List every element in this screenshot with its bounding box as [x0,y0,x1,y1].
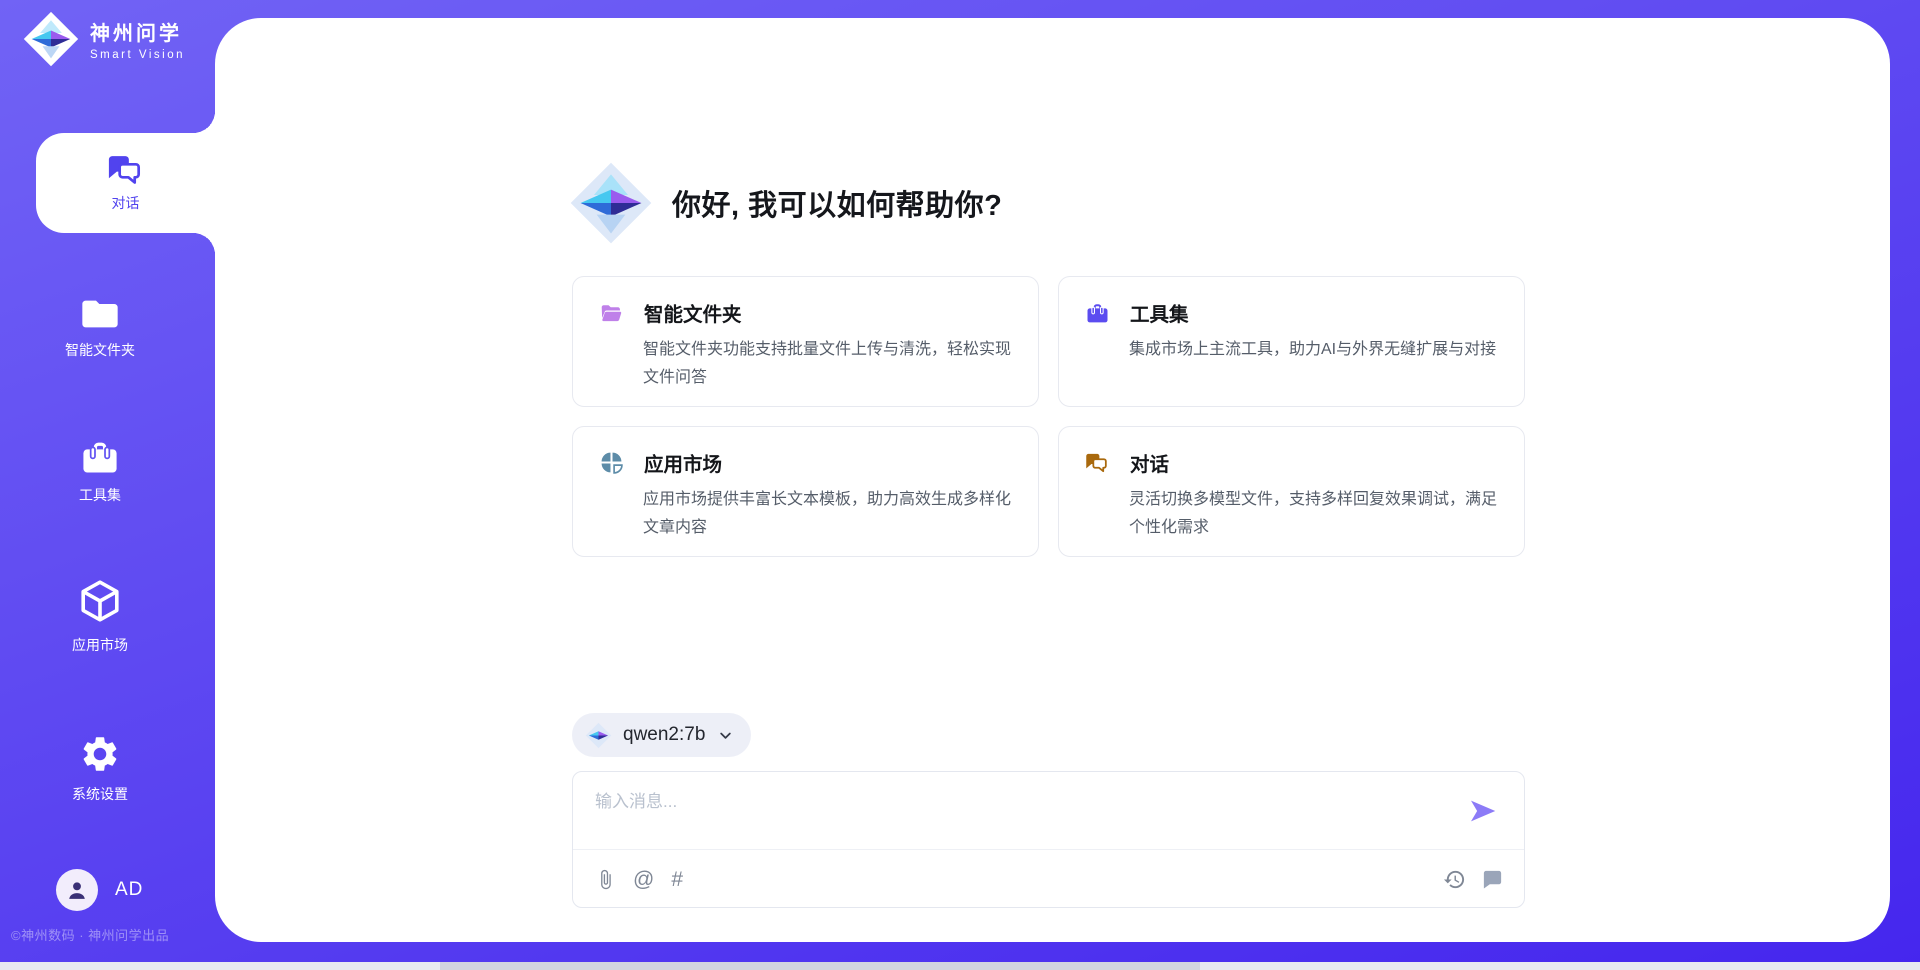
briefcase-icon [1085,301,1110,325]
hero-section: 你好, 我可以如何帮助你? [568,158,1002,248]
chevron-down-icon [716,726,735,745]
card-chat[interactable]: 对话 灵活切换多模型文件，支持多样回复效果调试，满足个性化需求 [1058,426,1525,557]
active-tab-fillet-bottom [193,233,215,255]
app-screen: 神州问学 Smart Vision 对话 智能文件夹 [0,0,1920,970]
sidebar-item-settings[interactable]: 系统设置 [0,733,200,804]
message-composer: @ # [572,771,1525,908]
chat-icon [107,154,145,186]
history-icon [1443,868,1466,891]
horizontal-scrollbar[interactable] [0,962,1920,970]
sidebar-item-label: 系统设置 [72,784,128,804]
avatar [56,869,98,911]
chat-record-button[interactable] [1481,868,1504,891]
paperclip-icon [595,868,616,891]
sidebar-item-label: 工具集 [79,485,121,505]
brand-diamond-icon [22,10,80,68]
user-initials: AD [115,879,143,901]
folder-open-icon [599,302,624,324]
attach-file-button[interactable] [595,868,616,891]
cube-icon [76,576,124,626]
card-title: 智能文件夹 [644,298,742,327]
card-title: 工具集 [1130,298,1189,327]
greeting-title: 你好, 我可以如何帮助你? [672,182,1002,224]
card-description: 智能文件夹功能支持批量文件上传与清洗，轻松实现文件问答 [643,336,1014,392]
card-smart-folder[interactable]: 智能文件夹 智能文件夹功能支持批量文件上传与清洗，轻松实现文件问答 [572,276,1039,407]
sidebar-item-smart-folder[interactable]: 智能文件夹 [0,297,200,360]
message-input[interactable] [595,787,1445,842]
composer-toolbar: @ # [595,850,1504,908]
mention-button[interactable]: @ [633,869,654,890]
briefcase-icon [79,438,121,476]
topic-button[interactable]: # [671,869,683,890]
brand-name: 神州问学 [90,17,185,46]
person-icon [64,877,90,903]
history-button[interactable] [1443,868,1466,891]
card-app-market[interactable]: 应用市场 应用市场提供丰富长文本模板，助力高效生成多样化文章内容 [572,426,1039,557]
card-title: 应用市场 [644,448,722,477]
chat-icon [1085,452,1110,474]
model-name: qwen2:7b [623,724,705,746]
sidebar-item-label: 智能文件夹 [65,340,135,360]
app-market-icon [599,450,624,475]
sidebar-item-app-market[interactable]: 应用市场 [0,576,200,655]
card-title: 对话 [1130,448,1169,477]
active-tab-fillet-top [193,111,215,133]
user-account[interactable]: AD [56,869,143,911]
card-description: 集成市场上主流工具，助力AI与外界无缝扩展与对接 [1129,336,1500,364]
send-icon [1467,795,1499,827]
assistant-diamond-icon [568,160,654,246]
brand-subtitle: Smart Vision [90,49,185,61]
folder-icon [80,297,120,331]
brand-logo: 神州问学 Smart Vision [22,10,185,68]
gear-icon [79,733,121,775]
copyright-text: ©神州数码 · 神州问学出品 [11,925,169,944]
chat-record-icon [1481,868,1504,891]
hash-icon: # [671,869,683,890]
sidebar-item-label: 应用市场 [72,635,128,655]
feature-cards: 智能文件夹 智能文件夹功能支持批量文件上传与清洗，轻松实现文件问答 工具集 集成… [572,276,1525,557]
sidebar-item-toolset[interactable]: 工具集 [0,438,200,505]
at-icon: @ [633,869,654,890]
card-description: 灵活切换多模型文件，支持多样回复效果调试，满足个性化需求 [1129,486,1500,542]
card-toolset[interactable]: 工具集 集成市场上主流工具，助力AI与外界无缝扩展与对接 [1058,276,1525,407]
sidebar-item-chat[interactable]: 对话 [36,133,215,233]
card-description: 应用市场提供丰富长文本模板，助力高效生成多样化文章内容 [643,486,1014,542]
model-selector[interactable]: qwen2:7b [572,713,751,757]
sidebar-item-label: 对话 [112,193,140,213]
model-diamond-icon [585,722,612,749]
scrollbar-thumb[interactable] [440,962,1200,970]
send-button[interactable] [1467,795,1499,827]
